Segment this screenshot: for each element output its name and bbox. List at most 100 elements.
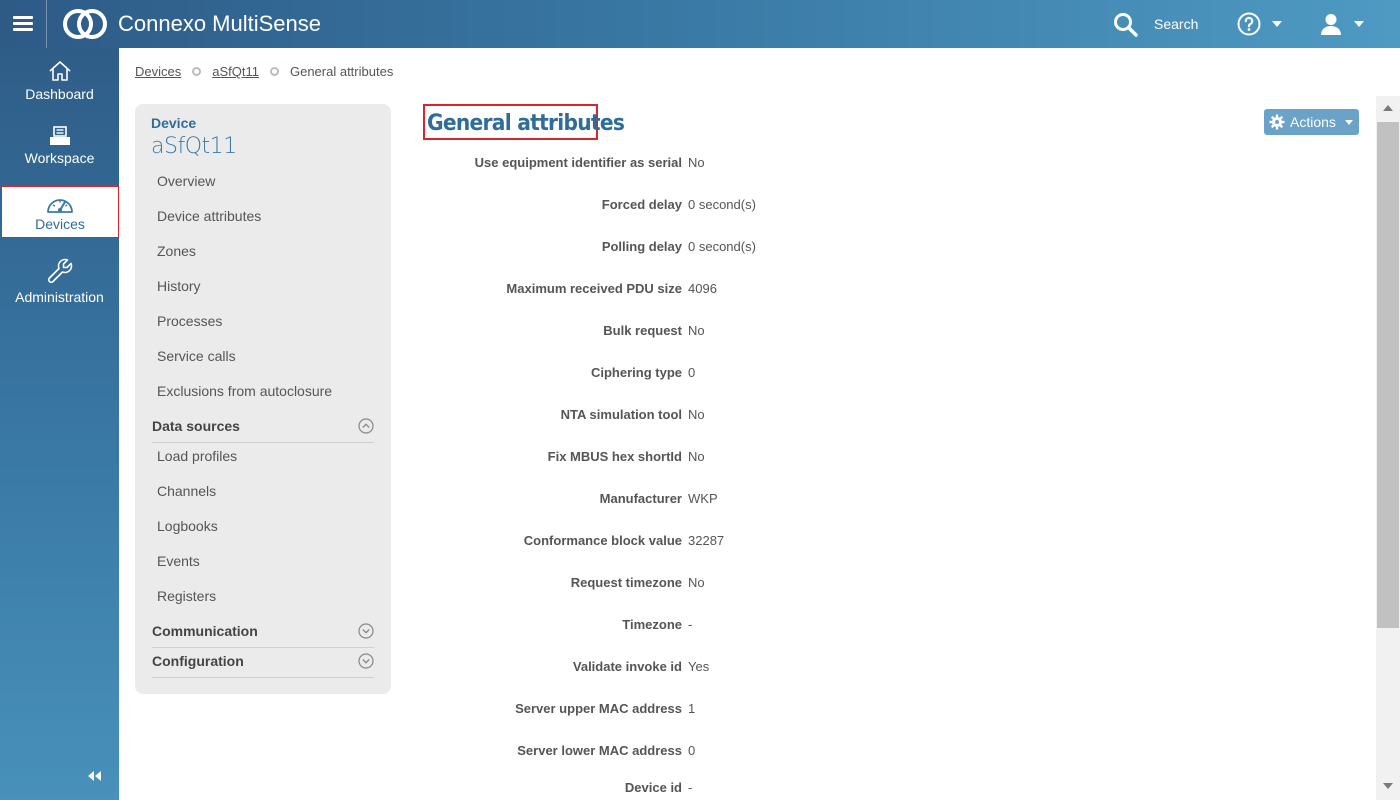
chevron-down-icon xyxy=(1272,21,1282,27)
attribute-value: No xyxy=(688,155,705,170)
section-data-sources[interactable]: Data sources xyxy=(152,418,374,443)
breadcrumb: Devices aSfQt11 General attributes xyxy=(135,64,393,79)
attribute-label: Polling delay xyxy=(601,239,682,254)
user-menu-button[interactable] xyxy=(1319,11,1364,37)
attribute-value: 0 second(s) xyxy=(688,197,756,212)
nav-item-workspace[interactable]: Workspace xyxy=(0,126,119,166)
chevron-down-circle-icon[interactable] xyxy=(358,623,374,639)
attribute-value: 0 xyxy=(688,743,696,758)
attribute-row: Device id - xyxy=(423,780,1323,800)
attribute-row: Conformance block value 32287 xyxy=(423,533,1323,553)
scrollbar-thumb[interactable] xyxy=(1377,122,1399,628)
side-menu-item-device-attributes[interactable]: Device attributes xyxy=(157,208,261,224)
side-menu-item-history[interactable]: History xyxy=(157,278,201,294)
chevron-down-icon xyxy=(1354,21,1364,27)
home-icon xyxy=(48,61,71,81)
side-menu-item-load-profiles[interactable]: Load profiles xyxy=(157,448,237,464)
device-name: aSfQt11 xyxy=(151,134,237,159)
scroll-down-arrow-icon[interactable] xyxy=(1383,783,1393,789)
chevron-down-circle-icon[interactable] xyxy=(358,653,374,669)
side-menu-item-logbooks[interactable]: Logbooks xyxy=(157,518,218,534)
attribute-row: Timezone - xyxy=(423,617,1323,637)
gauge-icon xyxy=(47,199,73,213)
attribute-row: Polling delay 0 second(s) xyxy=(423,239,1323,259)
top-bar: Connexo MultiSense Search xyxy=(0,0,1400,48)
attribute-value: 0 second(s) xyxy=(688,239,756,254)
attribute-label: Validate invoke id xyxy=(572,659,682,674)
attribute-row: Bulk request No xyxy=(423,323,1323,343)
attribute-row: Forced delay 0 second(s) xyxy=(423,197,1323,217)
attribute-label: Device id xyxy=(624,780,682,795)
attribute-value: WKP xyxy=(688,491,718,506)
attribute-row: Server upper MAC address 1 xyxy=(423,701,1323,721)
section-label: Data sources xyxy=(152,418,240,434)
attribute-row: Request timezone No xyxy=(423,575,1323,595)
attribute-value: 4096 xyxy=(688,281,717,296)
nav-label: Administration xyxy=(15,289,104,305)
nav-item-administration[interactable]: Administration xyxy=(0,257,119,305)
side-menu-item-overview[interactable]: Overview xyxy=(157,173,215,189)
attribute-value: 32287 xyxy=(688,533,725,548)
wrench-icon xyxy=(47,258,72,283)
side-menu-item-service-calls[interactable]: Service calls xyxy=(157,348,236,364)
attribute-row: Manufacturer WKP xyxy=(423,491,1323,511)
page-title-highlight: General attributes xyxy=(423,104,625,140)
attribute-value: 0 xyxy=(688,365,696,380)
attribute-row: NTA simulation tool No xyxy=(423,407,1323,427)
attribute-value: 1 xyxy=(688,701,696,716)
inbox-tray-icon xyxy=(49,126,70,145)
chevron-down-icon xyxy=(1344,119,1353,125)
search-label: Search xyxy=(1154,16,1199,32)
attribute-value: - xyxy=(688,617,693,632)
attribute-row: Ciphering type 0 xyxy=(423,365,1323,385)
search-button[interactable]: Search xyxy=(1113,10,1198,38)
attribute-value: No xyxy=(688,407,705,422)
main-navigation: Dashboard Workspace Devices Administrati… xyxy=(0,48,119,800)
breadcrumb-device[interactable]: aSfQt11 xyxy=(212,64,259,79)
breadcrumb-devices[interactable]: Devices xyxy=(135,64,181,79)
user-icon xyxy=(1321,14,1341,35)
menu-icon[interactable] xyxy=(0,0,47,48)
nav-item-dashboard[interactable]: Dashboard xyxy=(0,60,119,102)
attribute-label: Fix MBUS hex shortId xyxy=(547,449,682,464)
attribute-label: Forced delay xyxy=(601,197,682,212)
scroll-up-arrow-icon[interactable] xyxy=(1383,105,1393,111)
actions-button[interactable]: Actions xyxy=(1264,109,1359,135)
nav-label: Workspace xyxy=(24,150,95,166)
side-menu-item-events[interactable]: Events xyxy=(157,553,200,569)
side-menu-item-processes[interactable]: Processes xyxy=(157,313,222,329)
chevron-up-circle-icon[interactable] xyxy=(358,418,374,434)
attribute-label: Ciphering type xyxy=(590,365,682,380)
side-menu-item-zones[interactable]: Zones xyxy=(157,243,196,259)
device-side-menu: Device aSfQt11 Overview Device attribute… xyxy=(135,104,391,694)
side-menu-item-exclusions[interactable]: Exclusions from autoclosure xyxy=(157,383,332,399)
attribute-row: Maximum received PDU size 4096 xyxy=(423,281,1323,301)
nav-item-devices[interactable]: Devices xyxy=(1,186,119,238)
attribute-row: Server lower MAC address 0 xyxy=(423,743,1323,763)
help-menu-button[interactable] xyxy=(1237,11,1282,37)
double-chevron-left-icon[interactable] xyxy=(86,770,104,782)
section-communication[interactable]: Communication xyxy=(152,623,374,648)
attribute-label: Timezone xyxy=(622,617,682,632)
section-label: Configuration xyxy=(152,653,244,669)
nav-label: Devices xyxy=(35,216,85,232)
nav-label: Dashboard xyxy=(25,86,94,102)
search-icon xyxy=(1114,12,1138,37)
actions-label: Actions xyxy=(1290,114,1336,130)
side-menu-item-registers[interactable]: Registers xyxy=(157,588,216,604)
attribute-label: Server lower MAC address xyxy=(517,743,682,758)
gear-icon xyxy=(1269,114,1285,130)
section-label: Communication xyxy=(152,623,258,639)
side-menu-item-channels[interactable]: Channels xyxy=(157,483,216,499)
attribute-label: Manufacturer xyxy=(599,491,682,506)
attribute-row: Use equipment identifier as serial No xyxy=(423,155,1323,175)
attribute-value: No xyxy=(688,323,705,338)
connexo-logo[interactable] xyxy=(62,8,108,40)
attribute-row: Validate invoke id Yes xyxy=(423,659,1323,679)
attribute-label: Conformance block value xyxy=(523,533,682,548)
attribute-label: NTA simulation tool xyxy=(560,407,682,422)
attribute-value: - xyxy=(688,780,693,795)
attribute-value: Yes xyxy=(688,659,710,674)
section-configuration[interactable]: Configuration xyxy=(152,653,374,678)
breadcrumb-current: General attributes xyxy=(289,64,394,79)
